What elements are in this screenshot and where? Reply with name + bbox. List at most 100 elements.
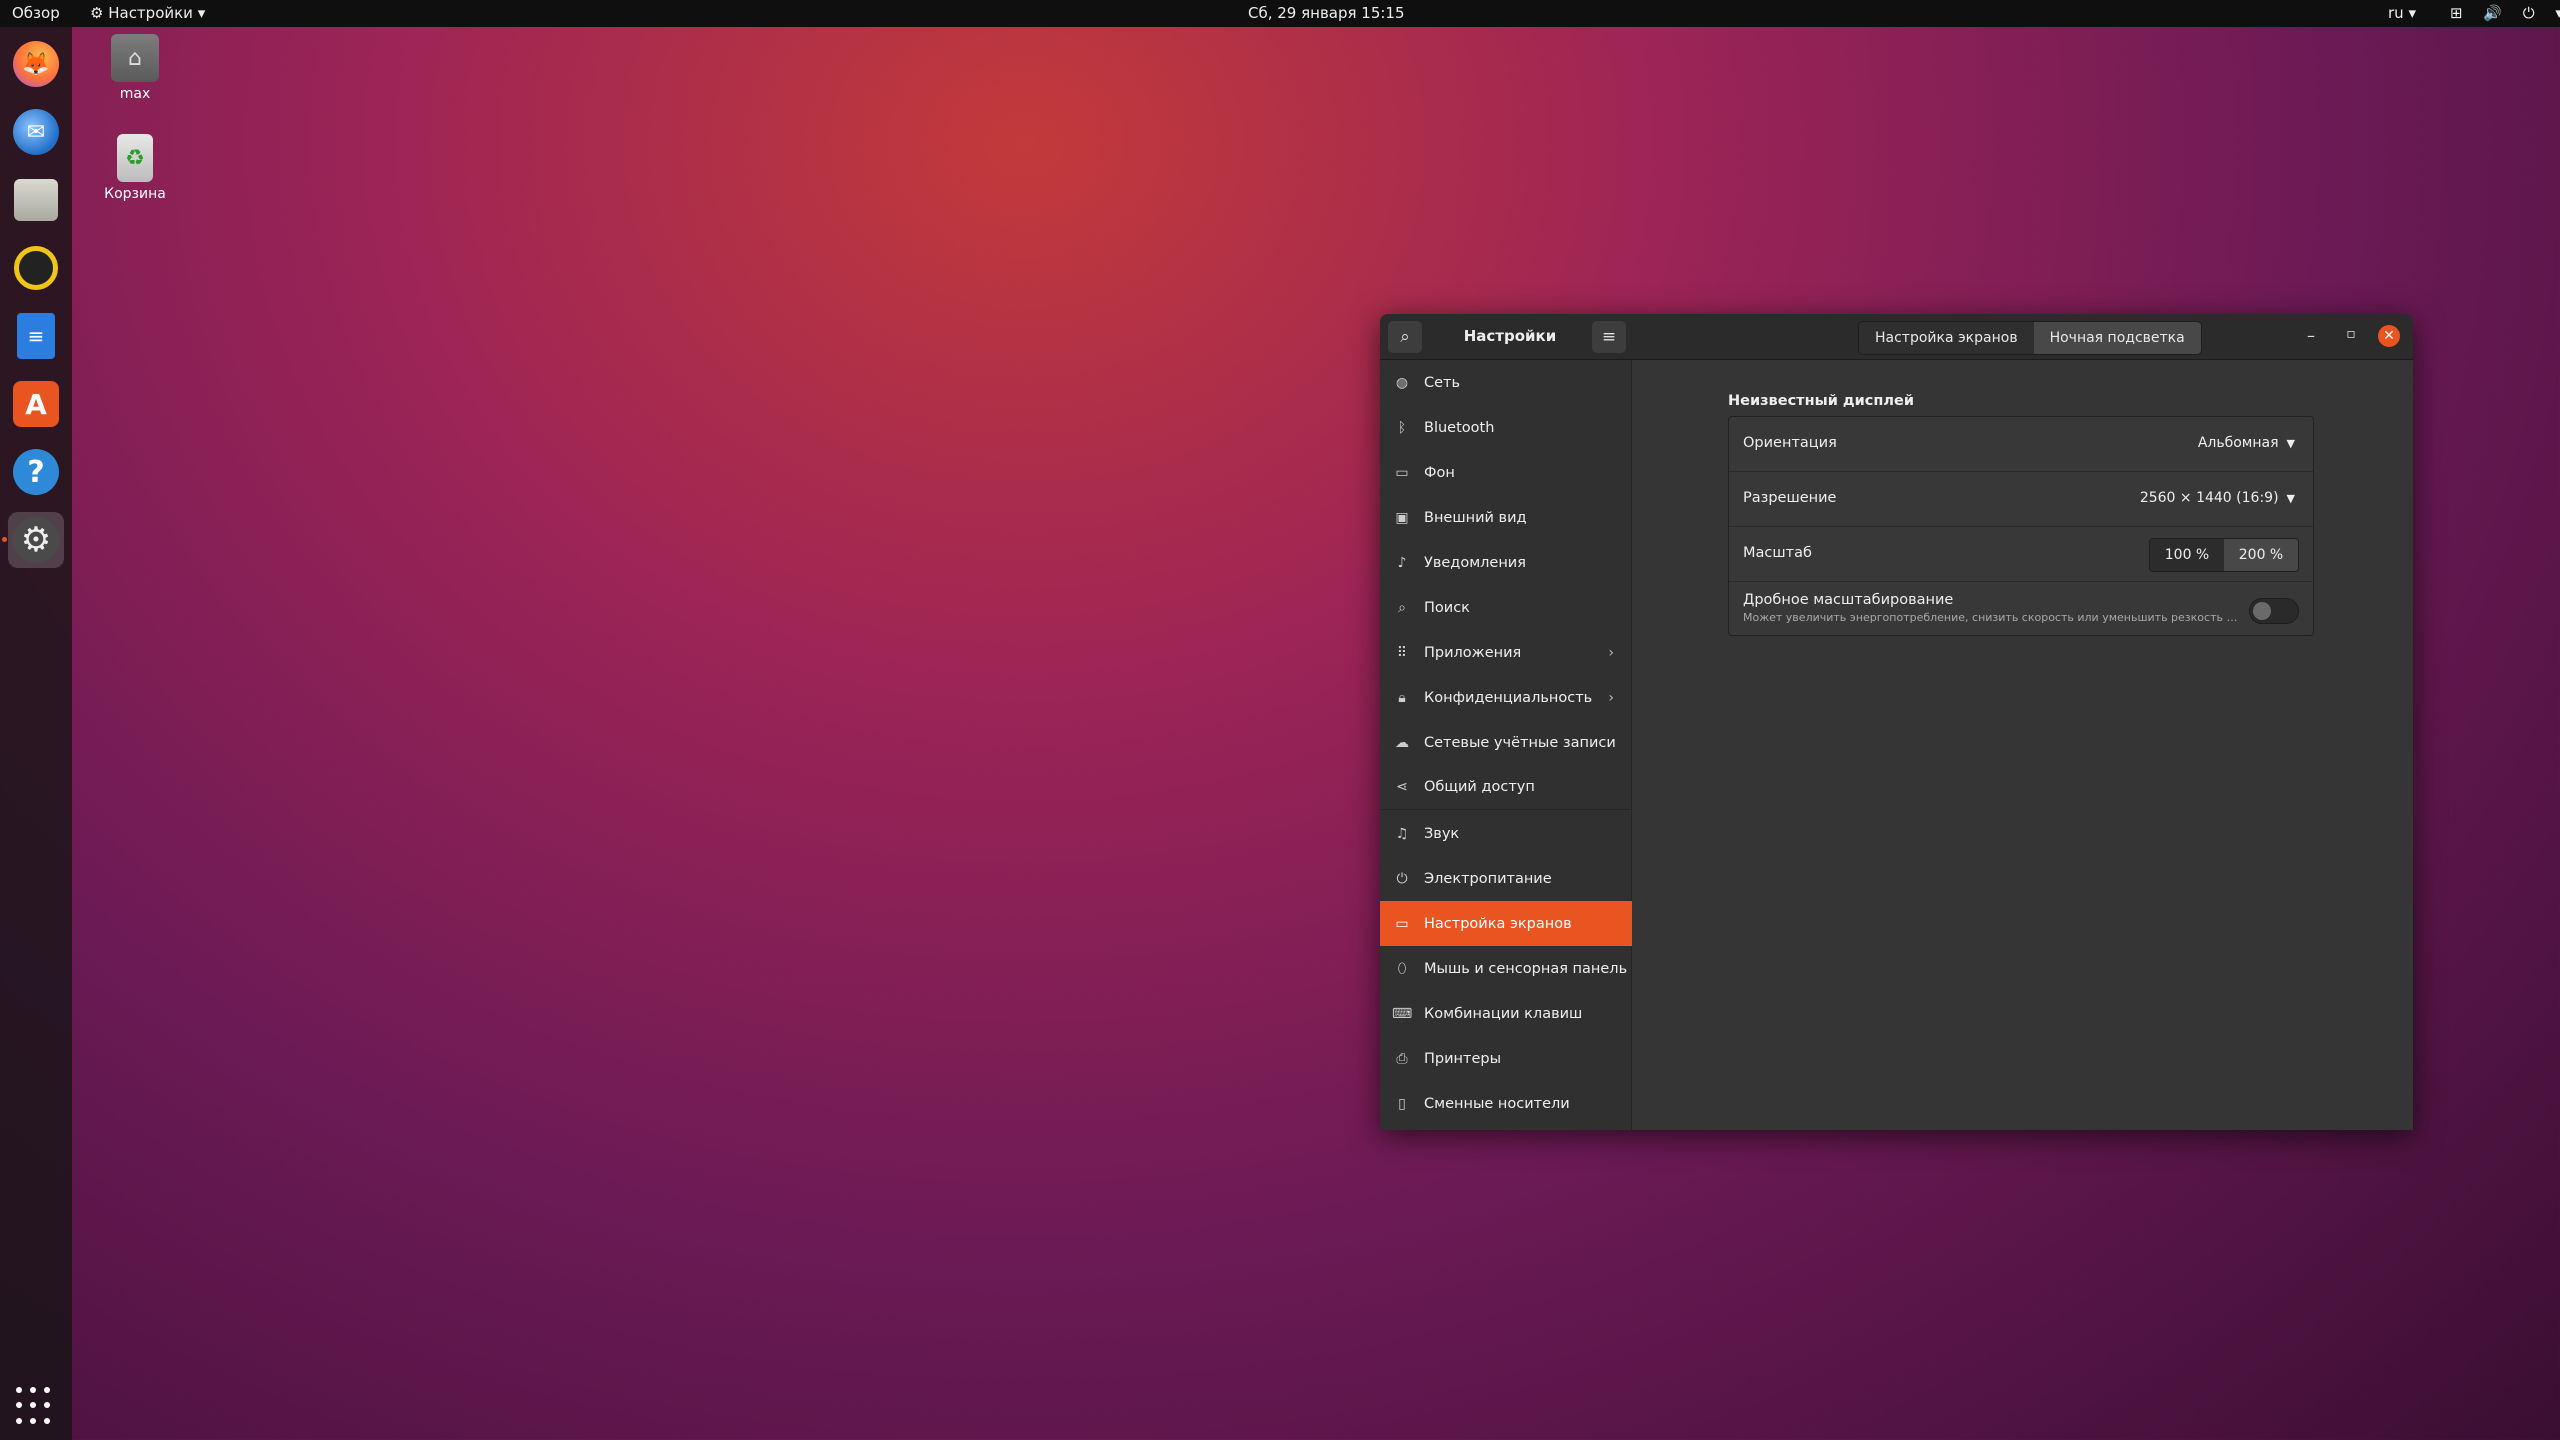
resolution-label: Разрешение — [1743, 490, 1837, 506]
help-icon: ? — [13, 449, 59, 495]
gear-icon: ⚙ — [90, 4, 109, 22]
chevron-right-icon: › — [1608, 689, 1614, 706]
fractional-scaling-switch[interactable] — [2249, 598, 2299, 624]
activities-button[interactable]: Обзор — [12, 4, 60, 22]
clock[interactable]: Сб, 29 января 15:15 — [1248, 4, 1405, 22]
search-button[interactable]: ⌕ — [1388, 321, 1422, 353]
apps-icon: ⠿ — [1396, 644, 1408, 661]
background-icon: ▭ — [1395, 464, 1409, 481]
sidebar-item-label: Поиск — [1424, 599, 1470, 616]
sidebar-item-label: Звук — [1424, 825, 1460, 842]
search-icon: ⌕ — [1398, 599, 1406, 616]
network-icon: ◍ — [1395, 374, 1409, 391]
dock-firefox[interactable]: 🦊 — [8, 36, 64, 92]
dock-help[interactable]: ? — [8, 444, 64, 500]
desktop-icon-label: Корзина — [104, 186, 166, 202]
lock-icon: 🔒︎ — [1398, 689, 1406, 706]
chevron-down-icon: ▼ — [2286, 437, 2295, 450]
bluetooth-icon: ᛒ — [1397, 419, 1407, 436]
resolution-row[interactable]: Разрешение 2560 × 1440 (16:9) ▼ — [1729, 472, 2313, 527]
sidebar-item-label: Фон — [1424, 464, 1455, 481]
display-name-heading: Неизвестный дисплей — [1728, 393, 1915, 409]
sidebar-item-label: Сетевые учётные записи — [1424, 734, 1616, 751]
sidebar-item-power[interactable]: ⏻ Электропитание — [1380, 856, 1632, 901]
close-button[interactable]: ✕ — [2378, 325, 2400, 347]
music-note-icon: ♫ — [1395, 825, 1409, 842]
scale-toggle-group: 100 % 200 % — [2149, 538, 2299, 572]
sidebar-item-label: Электропитание — [1424, 870, 1552, 887]
sidebar-item-notifications[interactable]: ♪ Уведомления — [1380, 540, 1632, 585]
sidebar-item-sharing[interactable]: ⋖ Общий доступ — [1380, 765, 1632, 810]
trash-icon: ♻ — [117, 134, 153, 182]
search-icon: ⌕ — [1400, 327, 1410, 347]
orientation-dropdown[interactable]: Альбомная ▼ — [2198, 435, 2295, 451]
sidebar-item-label: Общий доступ — [1424, 779, 1535, 795]
sidebar-item-label: Сменные носители — [1424, 1095, 1570, 1112]
sidebar-item-sound[interactable]: ♫ Звук — [1380, 811, 1632, 856]
fractional-scaling-description: Может увеличить энергопотребление, снизи… — [1743, 611, 2243, 624]
window-title: Настройки — [1463, 327, 1557, 345]
home-folder-icon: ⌂ — [111, 34, 159, 82]
scale-200-button[interactable]: 200 % — [2224, 539, 2298, 571]
sidebar-item-printers[interactable]: ⎙ Принтеры — [1380, 1036, 1632, 1081]
orientation-value: Альбомная — [2197, 435, 2279, 451]
printer-icon: ⎙ — [1396, 1050, 1408, 1067]
sidebar-item-network[interactable]: ◍ Сеть — [1380, 360, 1632, 405]
tab-night-light[interactable]: Ночная подсветка — [2033, 322, 2201, 354]
fractional-scaling-label: Дробное масштабирование — [1743, 592, 1954, 608]
dock-ubuntu-software[interactable]: A — [8, 376, 64, 432]
orientation-row[interactable]: Ориентация Альбомная ▼ — [1729, 417, 2313, 472]
sidebar-item-online-accounts[interactable]: ☁ Сетевые учётные записи — [1380, 720, 1632, 765]
sidebar-item-label: Приложения — [1424, 644, 1522, 661]
sidebar-item-label: Настройка экранов — [1424, 915, 1572, 932]
cloud-icon: ☁ — [1395, 734, 1409, 751]
dock-files[interactable] — [8, 172, 64, 228]
settings-sidebar: ◍ Сеть ᛒ Bluetooth ▭ Фон ▣ Внешний вид ♪… — [1380, 360, 1632, 1130]
sidebar-item-keyboard-shortcuts[interactable]: ⌨ Комбинации клавиш — [1380, 991, 1632, 1036]
display-icon: ▭ — [1395, 915, 1409, 932]
sidebar-item-appearance[interactable]: ▣ Внешний вид — [1380, 495, 1632, 540]
show-applications-button[interactable] — [16, 1387, 56, 1427]
sidebar-item-label: Конфиденциальность — [1424, 689, 1593, 706]
desktop-icon-label: max — [119, 86, 151, 102]
dock-rhythmbox[interactable] — [8, 240, 64, 296]
desktop-icon-trash[interactable]: ♻ Корзина — [80, 134, 190, 202]
displays-panel: Неизвестный дисплей Ориентация Альбомная… — [1632, 360, 2413, 1130]
switch-knob — [2253, 602, 2271, 620]
system-tray[interactable]: ⊞ 🔊 ⏻ ▾ — [2450, 4, 2560, 22]
menu-button[interactable]: ≡ — [1592, 321, 1626, 353]
resolution-dropdown[interactable]: 2560 × 1440 (16:9) ▼ — [2140, 490, 2295, 506]
minimize-button[interactable]: – — [2300, 326, 2322, 345]
sidebar-item-mouse[interactable]: ⬯ Мышь и сенсорная панель — [1380, 946, 1632, 991]
app-menu-button[interactable]: ⚙ Настройки ▾ — [90, 4, 205, 22]
power-icon: ⏻ — [1396, 870, 1408, 887]
scale-100-button[interactable]: 100 % — [2150, 539, 2224, 571]
sidebar-item-applications[interactable]: ⠿ Приложения › — [1380, 630, 1632, 675]
language-indicator[interactable]: ru ▾ — [2388, 4, 2416, 22]
hamburger-icon: ≡ — [1601, 327, 1617, 347]
chevron-down-icon: ▼ — [2286, 492, 2295, 505]
firefox-icon: 🦊 — [13, 41, 59, 87]
sidebar-item-displays[interactable]: ▭ Настройка экранов — [1380, 901, 1632, 946]
mouse-icon: ⬯ — [1397, 960, 1407, 977]
running-indicator — [2, 537, 7, 542]
tab-displays[interactable]: Настройка экранов — [1859, 322, 2034, 354]
dock-thunderbird[interactable]: ✉ — [8, 104, 64, 160]
keyboard-icon: ⌨ — [1392, 1005, 1413, 1022]
top-bar: Обзор ⚙ Настройки ▾ Сб, 29 января 15:15 … — [0, 0, 2560, 27]
fractional-scaling-row: Дробное масштабирование Может увеличить … — [1729, 582, 2313, 637]
dock-libreoffice-writer[interactable]: ≡ — [8, 308, 64, 364]
document-icon: ≡ — [17, 313, 55, 359]
sidebar-item-search[interactable]: ⌕ Поиск — [1380, 585, 1632, 630]
sidebar-item-bluetooth[interactable]: ᛒ Bluetooth — [1380, 405, 1632, 450]
gear-icon: ⚙ — [13, 517, 59, 563]
sidebar-item-background[interactable]: ▭ Фон — [1380, 450, 1632, 495]
sidebar-item-removable-media[interactable]: ▯ Сменные носители — [1380, 1081, 1632, 1126]
sidebar-item-label: Уведомления — [1424, 554, 1526, 571]
maximize-button[interactable]: ▫ — [2340, 326, 2362, 342]
share-icon: ⋖ — [1396, 779, 1408, 795]
desktop-icon-home[interactable]: ⌂ max — [80, 34, 190, 102]
dock-settings[interactable]: ⚙ — [8, 512, 64, 568]
sidebar-item-privacy[interactable]: 🔒︎ Конфиденциальность › — [1380, 675, 1632, 720]
sidebar-item-label: Мышь и сенсорная панель — [1424, 960, 1628, 977]
